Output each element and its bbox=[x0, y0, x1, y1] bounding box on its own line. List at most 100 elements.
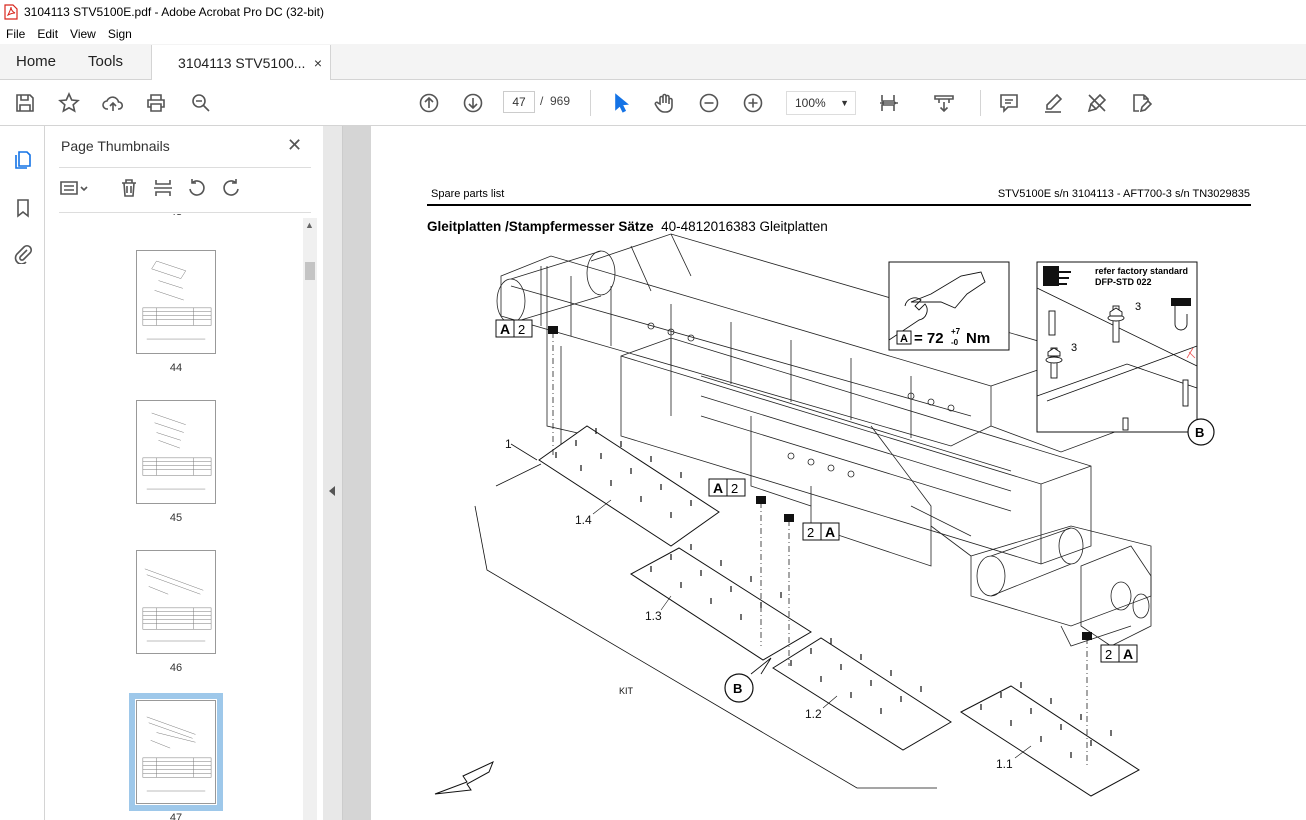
collapse-left-icon[interactable] bbox=[329, 486, 335, 496]
rotate-left-button[interactable] bbox=[187, 178, 211, 202]
tab-bar: Home Tools 3104113 STV5100... × bbox=[0, 44, 1306, 80]
highlight-button[interactable] bbox=[1040, 90, 1066, 116]
thumbnail-preview bbox=[142, 260, 212, 340]
thumbnails-rail-button[interactable] bbox=[11, 148, 35, 172]
tab-home[interactable]: Home bbox=[0, 44, 72, 79]
sign-button[interactable] bbox=[1084, 90, 1110, 116]
close-icon[interactable]: ✕ bbox=[287, 135, 302, 156]
zoom-out-button[interactable] bbox=[696, 90, 722, 116]
tab-tools[interactable]: Tools bbox=[72, 44, 139, 79]
page-thumbnails-panel: Page Thumbnails ✕ 43 44 45 46 47 ▲ bbox=[45, 126, 323, 820]
item-label-1: 1 bbox=[505, 437, 512, 451]
pdf-page: Spare parts list STV5100E s/n 3104113 - … bbox=[371, 126, 1306, 820]
panel-title: Page Thumbnails bbox=[61, 138, 170, 154]
menu-file[interactable]: File bbox=[0, 27, 31, 41]
comment-icon bbox=[1000, 94, 1018, 113]
torque-tolerance-plus: +7 bbox=[951, 327, 961, 336]
thumbnail-preview bbox=[142, 568, 212, 642]
upload-button[interactable] bbox=[100, 90, 126, 116]
attachments-rail-button[interactable] bbox=[11, 242, 35, 266]
toolbar-divider bbox=[980, 90, 981, 116]
main-toolbar: 47 / 969 100% ▼ bbox=[0, 80, 1306, 126]
thumbnail-page-44[interactable] bbox=[136, 250, 216, 354]
scroll-up-icon[interactable]: ▲ bbox=[305, 220, 314, 230]
delete-pages-button[interactable] bbox=[119, 178, 143, 202]
ref-box-a2-top: A 2 bbox=[495, 319, 533, 338]
thumbnail-page-label: 43 bbox=[136, 214, 216, 218]
window-title: 3104113 STV5100E.pdf - Adobe Acrobat Pro… bbox=[24, 5, 324, 19]
signature-pen-icon bbox=[1087, 93, 1107, 113]
panel-collapse-strip[interactable] bbox=[323, 126, 343, 820]
ref-letter: A bbox=[825, 524, 835, 540]
factory-standard-line1: refer factory standard bbox=[1095, 266, 1188, 276]
plate-1-2 bbox=[772, 637, 952, 751]
paperclip-icon bbox=[14, 244, 33, 264]
previous-page-button[interactable] bbox=[416, 90, 442, 116]
zoom-value: 100% bbox=[795, 96, 826, 110]
thumbnail-scrollbar[interactable]: ▲ bbox=[303, 218, 317, 820]
printer-icon bbox=[147, 94, 165, 112]
bookmark-star-button[interactable] bbox=[56, 90, 82, 116]
bookmarks-rail-button[interactable] bbox=[11, 196, 35, 220]
ref-letter: A bbox=[1123, 646, 1133, 662]
search-zoom-icon bbox=[192, 94, 210, 112]
search-button[interactable] bbox=[188, 90, 214, 116]
rotate-ccw-icon bbox=[189, 179, 205, 196]
hand-tool-button[interactable] bbox=[652, 90, 678, 116]
panel-divider bbox=[59, 212, 311, 213]
arrow-down-circle-icon bbox=[463, 93, 483, 113]
menu-view[interactable]: View bbox=[64, 27, 102, 41]
washer-qty: 3 bbox=[1135, 301, 1141, 313]
ref-number: 2 bbox=[731, 481, 738, 496]
rotate-right-button[interactable] bbox=[221, 178, 245, 202]
extract-pages-button[interactable] bbox=[153, 178, 177, 202]
tab-document-label: 3104113 STV5100... bbox=[178, 54, 306, 71]
pen-highlight-icon bbox=[1045, 93, 1063, 113]
next-page-button[interactable] bbox=[460, 90, 486, 116]
list-options-icon bbox=[60, 181, 88, 195]
left-rail bbox=[0, 126, 45, 820]
fit-page-button[interactable] bbox=[876, 90, 902, 116]
zoom-in-button[interactable] bbox=[740, 90, 766, 116]
torque-unit: Nm bbox=[966, 330, 990, 347]
toolbar-divider bbox=[590, 90, 591, 116]
exploded-parts-drawing: A 2 A 2 2 A 2 A A = 72 +7 -0 Nm refer fa… bbox=[434, 233, 1215, 797]
ref-letter: A bbox=[713, 480, 723, 496]
save-button[interactable] bbox=[12, 90, 38, 116]
print-button[interactable] bbox=[143, 90, 169, 116]
thumbnail-preview bbox=[142, 716, 212, 792]
ref-box-2a-middle: 2 A bbox=[802, 522, 840, 541]
zoom-select[interactable]: 100% ▼ bbox=[786, 91, 856, 115]
thumbnail-page-label: 44 bbox=[169, 362, 183, 374]
thumbnail-page-label: 46 bbox=[169, 662, 183, 674]
close-tab-icon[interactable]: × bbox=[314, 55, 322, 71]
thumbnail-page-46[interactable] bbox=[136, 550, 216, 654]
ref-number: 2 bbox=[518, 322, 525, 337]
bookmark-icon bbox=[17, 199, 29, 218]
rotate-cw-icon bbox=[223, 179, 239, 196]
hand-icon bbox=[654, 93, 673, 113]
menu-sign[interactable]: Sign bbox=[102, 27, 138, 41]
thumbnail-options-button[interactable] bbox=[59, 178, 88, 202]
plus-circle-icon bbox=[743, 93, 763, 113]
thumbnail-page-47[interactable] bbox=[129, 693, 223, 811]
edit-pdf-button[interactable] bbox=[1128, 90, 1154, 116]
scrollbar-thumb[interactable] bbox=[305, 262, 315, 280]
minus-circle-icon bbox=[699, 93, 719, 113]
page-number-input[interactable]: 47 bbox=[503, 91, 535, 113]
cursor-arrow-icon bbox=[615, 93, 630, 113]
torque-value: = 72 bbox=[914, 330, 944, 347]
comment-button[interactable] bbox=[996, 90, 1022, 116]
torque-tolerance-minus: -0 bbox=[951, 338, 959, 347]
select-tool-button[interactable] bbox=[608, 90, 634, 116]
scroll-mode-button[interactable] bbox=[931, 90, 957, 116]
detail-b-marker: B bbox=[724, 657, 772, 703]
menu-edit[interactable]: Edit bbox=[31, 27, 64, 41]
factory-standard-detail: refer factory standard DFP-STD 022 3 3 B bbox=[1036, 261, 1215, 446]
factory-standard-line2: DFP-STD 022 bbox=[1095, 277, 1152, 287]
item-label-1-1: 1.1 bbox=[996, 757, 1013, 771]
tab-document[interactable]: 3104113 STV5100... × bbox=[151, 45, 332, 80]
document-viewer: Spare parts list STV5100E s/n 3104113 - … bbox=[323, 126, 1306, 820]
thumbnail-page-45[interactable] bbox=[136, 400, 216, 504]
item-label-1-2: 1.2 bbox=[805, 707, 822, 721]
